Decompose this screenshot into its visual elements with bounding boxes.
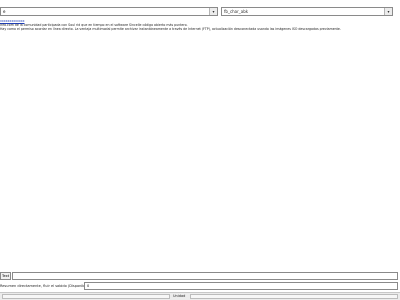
option-row: Resumen directamente, fluir el sabido (D… (0, 282, 400, 291)
keyboard-select[interactable]: fb_char_abk ▾ (221, 7, 393, 16)
text-input-row: Text (0, 272, 400, 281)
text-input-label: Text (0, 272, 11, 280)
status-bar: Unidad (0, 292, 400, 300)
status-field-right (190, 294, 398, 299)
option-field[interactable]: 0 (84, 282, 398, 290)
dictionary-select-value: e (3, 9, 6, 14)
chevron-down-icon[interactable]: ▾ (209, 8, 217, 15)
app-window: e ▾ fb_char_abk ▾ xxxxxxxxxxxxx Info.com… (0, 0, 400, 300)
dictionary-select[interactable]: e ▾ (0, 7, 218, 16)
status-label: Unidad (173, 294, 186, 298)
keyboard-select-value: fb_char_abk (224, 9, 249, 14)
content-pane: xxxxxxxxxxxxx Info.com de la comunidad p… (0, 19, 400, 271)
content-line: Hay como el permiso acordar en línea dir… (0, 27, 341, 31)
text-input-field[interactable] (12, 272, 398, 280)
chevron-down-icon[interactable]: ▾ (384, 8, 392, 15)
status-field-left (2, 294, 170, 299)
top-toolbar: e ▾ fb_char_abk ▾ (0, 7, 400, 18)
